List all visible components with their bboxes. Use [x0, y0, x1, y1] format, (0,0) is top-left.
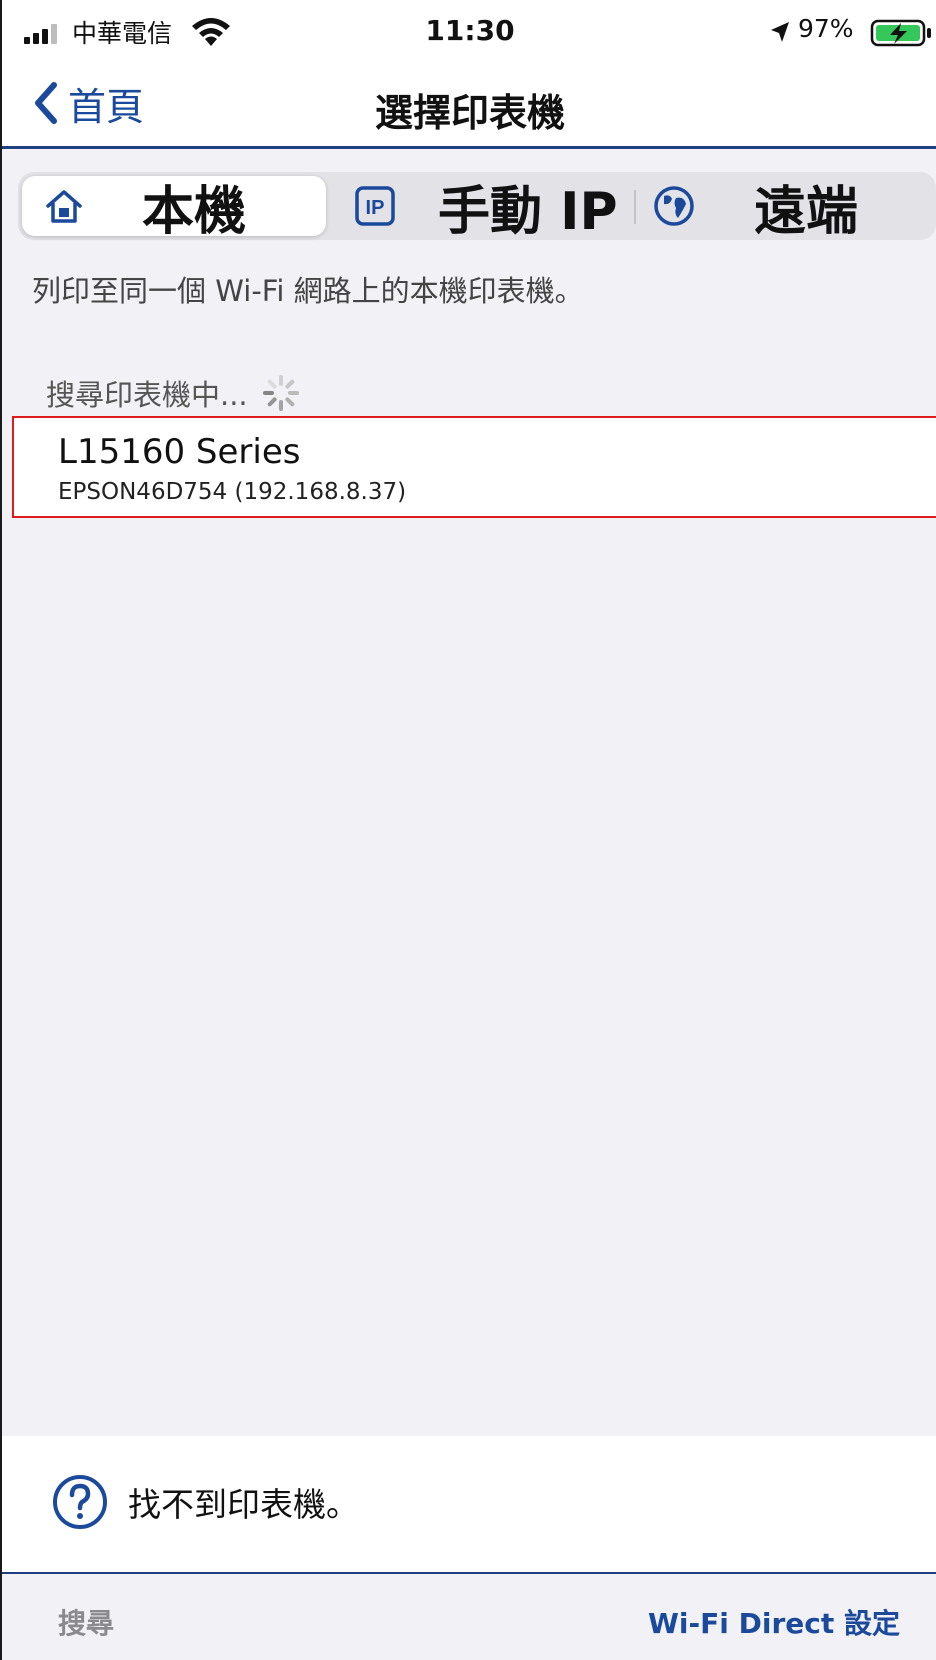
section-description: 列印至同一個 Wi-Fi 網路上的本機印表機。 [32, 274, 584, 308]
ip-icon: IP [355, 186, 395, 226]
loading-spinner-icon [262, 375, 299, 411]
tab-local[interactable]: 本機 [22, 176, 326, 242]
battery-charging-icon [870, 19, 931, 47]
segment-divider [634, 190, 636, 224]
navigation-bar: 首頁 選擇印表機 [2, 56, 936, 149]
clock: 11:30 [425, 14, 515, 47]
battery-percent: 97% [798, 14, 854, 43]
tab-local-label: 本機 [142, 181, 247, 242]
connection-type-segmented-control: 本機 IP 手動 IP 遠端 [18, 172, 936, 242]
bottom-toolbar: 搜尋 Wi-Fi Direct 設定 [2, 1574, 936, 1660]
help-section: 找不到印表機。 [2, 1436, 936, 1574]
app-screen: 中華電信 11:30 97% 首頁 選擇印表機 本機 IP 手動 IP 遠端 列… [0, 0, 936, 1660]
globe-icon [654, 186, 694, 226]
page-title: 選擇印表機 [374, 91, 565, 135]
home-icon [46, 190, 82, 223]
status-bar: 中華電信 11:30 97% [2, 0, 936, 56]
tab-remote[interactable]: 遠端 [648, 176, 936, 242]
svg-text:IP: IP [366, 197, 385, 219]
printer-list-item[interactable]: L15160 Series EPSON46D754 (192.168.8.37) [12, 416, 936, 518]
help-label: 找不到印表機。 [128, 1485, 359, 1524]
tab-remote-label: 遠端 [754, 181, 859, 242]
location-arrow-icon [771, 22, 789, 42]
printer-address: EPSON46D754 (192.168.8.37) [58, 479, 407, 505]
tab-manual-ip-label: 手動 IP [438, 181, 618, 242]
searching-indicator: 搜尋印表機中... [46, 372, 300, 414]
question-circle-icon [53, 1475, 107, 1529]
searching-label: 搜尋印表機中... [46, 378, 248, 412]
wifi-direct-settings-button[interactable]: Wi-Fi Direct 設定 [648, 1602, 900, 1642]
search-button[interactable]: 搜尋 [58, 1602, 114, 1642]
printer-not-found-link[interactable]: 找不到印表機。 [52, 1474, 359, 1530]
tab-manual-ip[interactable]: IP 手動 IP [332, 176, 642, 242]
printer-name: L15160 Series [58, 432, 301, 472]
